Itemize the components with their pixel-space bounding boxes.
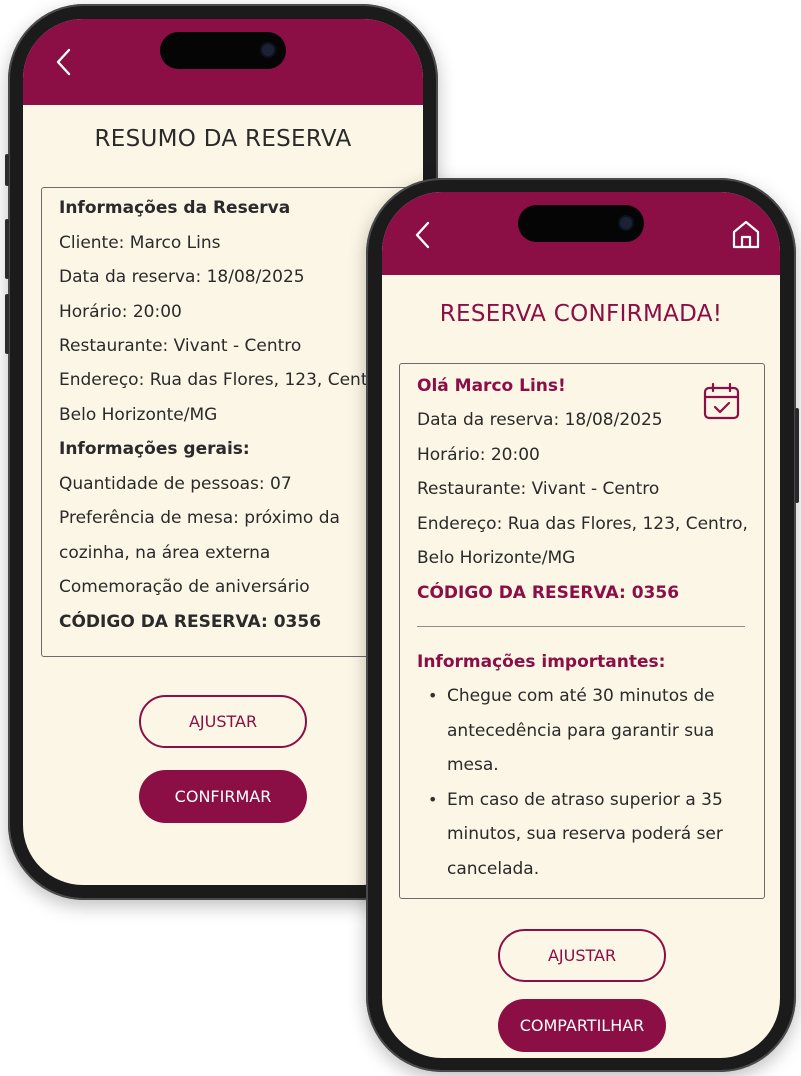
address-line: Endereço: Rua das Flores, 123, Centro [59,370,385,390]
tip-text: mesa. [447,755,499,775]
section-heading: Informações importantes: [417,652,666,672]
confirm-button[interactable]: CONFIRMAR [139,770,307,823]
section-heading: Informações da Reserva [59,198,291,218]
calendar-check-icon [703,382,740,420]
reservation-time: Horário: 20:00 [59,302,182,322]
restaurant-name: Restaurante: Vivant - Centro [417,479,660,499]
phone-confirmed: RESERVA CONFIRMADA! Olá Marco Lins! Data… [366,178,799,1072]
divider [417,626,745,627]
reservation-code: CÓDIGO DA RESERVA: 0356 [417,583,680,603]
camera-icon [260,42,276,58]
celebration-note: Comemoração de aniversário [59,577,310,597]
reservation-code: CÓDIGO DA RESERVA: 0356 [59,612,322,632]
back-chevron-icon[interactable] [412,220,434,250]
address-line: Endereço: Rua das Flores, 123, Centro, [417,514,748,534]
back-chevron-icon[interactable] [53,47,75,77]
dynamic-island [160,32,286,69]
address-line: Belo Horizonte/MG [417,548,576,568]
summary-screen: RESUMO DA RESERVA Informações da Reserva… [23,19,423,885]
confirmed-screen: RESERVA CONFIRMADA! Olá Marco Lins! Data… [382,192,780,1058]
client-name: Cliente: Marco Lins [59,233,221,253]
page-title: RESERVA CONFIRMADA! [439,301,723,327]
greeting: Olá Marco Lins! [417,376,566,396]
phone-side-button [5,154,9,186]
table-preference: cozinha, na área externa [59,543,271,563]
tip-text: minutos, sua reserva poderá ser [447,824,723,844]
camera-icon [618,215,634,231]
home-icon[interactable] [730,218,762,250]
share-button[interactable]: COMPARTILHAR [498,999,666,1052]
reservation-date: Data da reserva: 18/08/2025 [417,410,663,430]
phone-side-button [5,294,9,354]
tip-text: cancelada. [447,859,540,879]
restaurant-name: Restaurante: Vivant - Centro [59,336,302,356]
phone-side-button [795,408,799,503]
section-heading: Informações gerais: [59,439,250,459]
adjust-button[interactable]: AJUSTAR [498,929,666,982]
tip-text: Em caso de atraso superior a 35 [447,790,723,810]
bullet-icon: • [428,686,438,705]
tip-text: Chegue com até 30 minutos de [447,686,715,706]
address-line: Belo Horizonte/MG [59,405,218,425]
reservation-time: Horário: 20:00 [417,445,540,465]
people-count: Quantidade de pessoas: 07 [59,474,292,494]
confirmation-card: Olá Marco Lins! Data da reserva: 18/08/2… [399,363,765,899]
tip-text: antecedência para garantir sua [447,721,715,741]
page-title: RESUMO DA RESERVA [94,126,352,152]
adjust-button[interactable]: AJUSTAR [139,695,307,748]
reservation-date: Data da reserva: 18/08/2025 [59,267,305,287]
phone-side-button [5,219,9,279]
table-preference: Preferência de mesa: próximo da [59,508,340,528]
bullet-icon: • [428,790,438,809]
dynamic-island [518,205,644,242]
